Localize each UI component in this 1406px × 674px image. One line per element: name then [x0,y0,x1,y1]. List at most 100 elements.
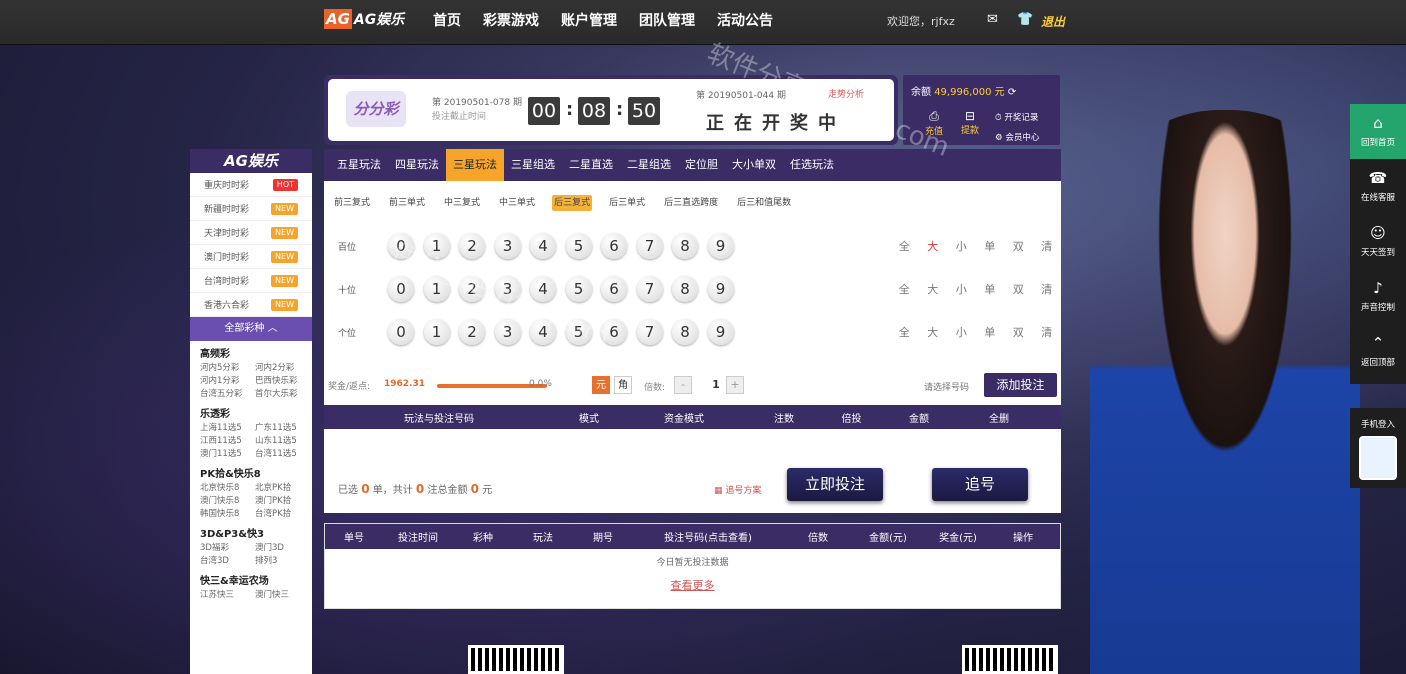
number-ball[interactable]: 4 [530,233,556,259]
number-ball[interactable]: 5 [565,233,592,259]
quick-select-button[interactable]: 单 [976,281,1005,297]
add-bet-button[interactable]: 添加投注 [984,373,1057,397]
number-ball[interactable]: 1 [423,233,450,259]
recharge-button[interactable]: ⎙ 充值 [919,109,949,137]
mobile-login[interactable]: 手机登入 [1350,408,1406,488]
subtab-5[interactable]: 后三复式 [552,195,593,211]
view-more-link[interactable]: 查看更多 [325,577,1060,593]
number-ball[interactable]: 0 [388,319,414,345]
lottery-link[interactable]: 上海11选5 [200,422,255,435]
multiplier-decrease-button[interactable]: - [674,376,692,394]
rail-support[interactable]: ☎ 在线客服 [1350,159,1406,214]
nav-account[interactable]: 账户管理 [561,10,617,30]
chase-plan-link[interactable]: ▦ 追号方案 [714,483,761,496]
tab-6[interactable]: 二星组选 [620,149,678,181]
tab-4[interactable]: 三星组选 [504,149,562,181]
number-ball[interactable]: 5 [565,319,592,345]
lottery-link[interactable]: 澳门11选5 [200,448,255,461]
lottery-link[interactable]: 首尔大乐彩 [255,388,310,401]
number-ball[interactable]: 2 [459,276,485,302]
sidebar-item[interactable]: 香港六合彩 NEW [190,293,312,317]
tab-9[interactable]: 任选玩法 [783,149,841,181]
tab-2[interactable]: 四星玩法 [388,149,446,181]
tab-8[interactable]: 大小单双 [725,149,783,181]
tab-3[interactable]: 三星玩法 [446,149,504,181]
quick-select-button[interactable]: 小 [947,281,976,297]
tab-5[interactable]: 二星直选 [562,149,620,181]
chase-number-button[interactable]: 追号 [932,468,1028,501]
lottery-link[interactable]: 河内5分彩 [200,362,255,375]
place-bet-button[interactable]: 立即投注 [787,468,883,501]
lottery-link[interactable]: 澳门快乐8 [200,495,255,508]
logout-link[interactable]: 退出 [1041,13,1065,30]
number-ball[interactable]: 5 [565,276,592,302]
lottery-link[interactable]: 台湾3D [200,555,255,568]
number-ball[interactable]: 1 [423,276,450,302]
quick-select-button[interactable]: 大 [919,324,948,340]
lottery-link[interactable]: 澳门快三 [255,589,310,602]
sidebar-item[interactable]: 澳门时时彩 NEW [190,245,312,269]
rail-home[interactable]: ⌂ 回到首页 [1350,104,1406,159]
number-ball[interactable]: 7 [636,319,663,345]
lottery-link[interactable]: 北京快乐8 [200,482,255,495]
unit-yuan-button[interactable]: 元 [592,376,610,394]
subtab-1[interactable]: 前三复式 [332,195,372,211]
subtab-6[interactable]: 后三单式 [607,195,647,211]
number-ball[interactable]: 3 [494,233,521,259]
sidebar-item[interactable]: 台湾时时彩 NEW [190,269,312,293]
delete-all-button[interactable]: 全删 [959,410,1039,425]
lottery-link[interactable]: 台湾11选5 [255,448,310,461]
number-ball[interactable]: 1 [423,319,450,345]
mail-icon[interactable]: ✉ [987,12,998,27]
number-ball[interactable]: 9 [707,233,734,259]
lottery-link[interactable]: 澳门PK拾 [255,495,310,508]
shirt-icon[interactable]: 👕 [1017,12,1033,27]
number-ball[interactable]: 7 [636,233,663,259]
site-logo[interactable]: AG AG娱乐 [324,8,404,30]
quick-select-button[interactable]: 全 [890,324,919,340]
sidebar-item[interactable]: 重庆时时彩 HOT [190,173,312,197]
lottery-link[interactable]: 韩国快乐8 [200,508,255,521]
quick-select-button[interactable]: 双 [1004,238,1033,254]
subtab-7[interactable]: 后三直选跨度 [662,195,720,211]
all-games-toggle[interactable]: 全部彩种 ︿ [190,317,312,341]
quick-select-button[interactable]: 全 [890,238,919,254]
sidebar-item[interactable]: 天津时时彩 NEW [190,221,312,245]
quick-select-button[interactable]: 小 [947,238,976,254]
nav-home[interactable]: 首页 [433,10,461,30]
quick-select-button[interactable]: 小 [947,324,976,340]
lottery-link[interactable]: 广东11选5 [255,422,310,435]
number-ball[interactable]: 0 [388,276,414,302]
lottery-link[interactable]: 台湾PK拾 [255,508,310,521]
number-ball[interactable]: 3 [494,319,521,345]
quick-select-button[interactable]: 清 [1033,238,1062,254]
quick-select-button[interactable]: 大 [919,281,948,297]
sidebar-item[interactable]: 新疆时时彩 NEW [190,197,312,221]
lottery-link[interactable]: 河内2分彩 [255,362,310,375]
quick-select-button[interactable]: 大 [919,238,948,254]
quick-select-button[interactable]: 双 [1004,281,1033,297]
lottery-link[interactable]: 巴西快乐彩 [255,375,310,388]
tab-7[interactable]: 定位胆 [678,149,725,181]
number-ball[interactable]: 6 [601,233,627,259]
member-center-link[interactable]: ⚙ 会员中心 [995,131,1039,143]
number-ball[interactable]: 4 [530,276,556,302]
quick-select-button[interactable]: 双 [1004,324,1033,340]
subtab-4[interactable]: 中三单式 [497,195,537,211]
quick-select-button[interactable]: 单 [976,324,1005,340]
tab-1[interactable]: 五星玩法 [330,149,388,181]
lottery-link[interactable]: 排列3 [255,555,310,568]
number-ball[interactable]: 4 [530,319,556,345]
draw-records-link[interactable]: ⏱ 开奖记录 [995,111,1038,123]
number-ball[interactable]: 0 [388,233,414,259]
number-ball[interactable]: 8 [672,233,698,259]
quick-select-button[interactable]: 全 [890,281,919,297]
nav-team[interactable]: 团队管理 [639,10,695,30]
lottery-link[interactable]: 北京PK拾 [255,482,310,495]
lottery-link[interactable]: 澳门3D [255,542,310,555]
lottery-link[interactable]: 山东11选5 [255,435,310,448]
refresh-icon[interactable]: ⟳ [1008,87,1016,98]
number-ball[interactable]: 2 [459,233,485,259]
nav-lottery-games[interactable]: 彩票游戏 [483,10,539,30]
lottery-link[interactable]: 3D福彩 [200,542,255,555]
